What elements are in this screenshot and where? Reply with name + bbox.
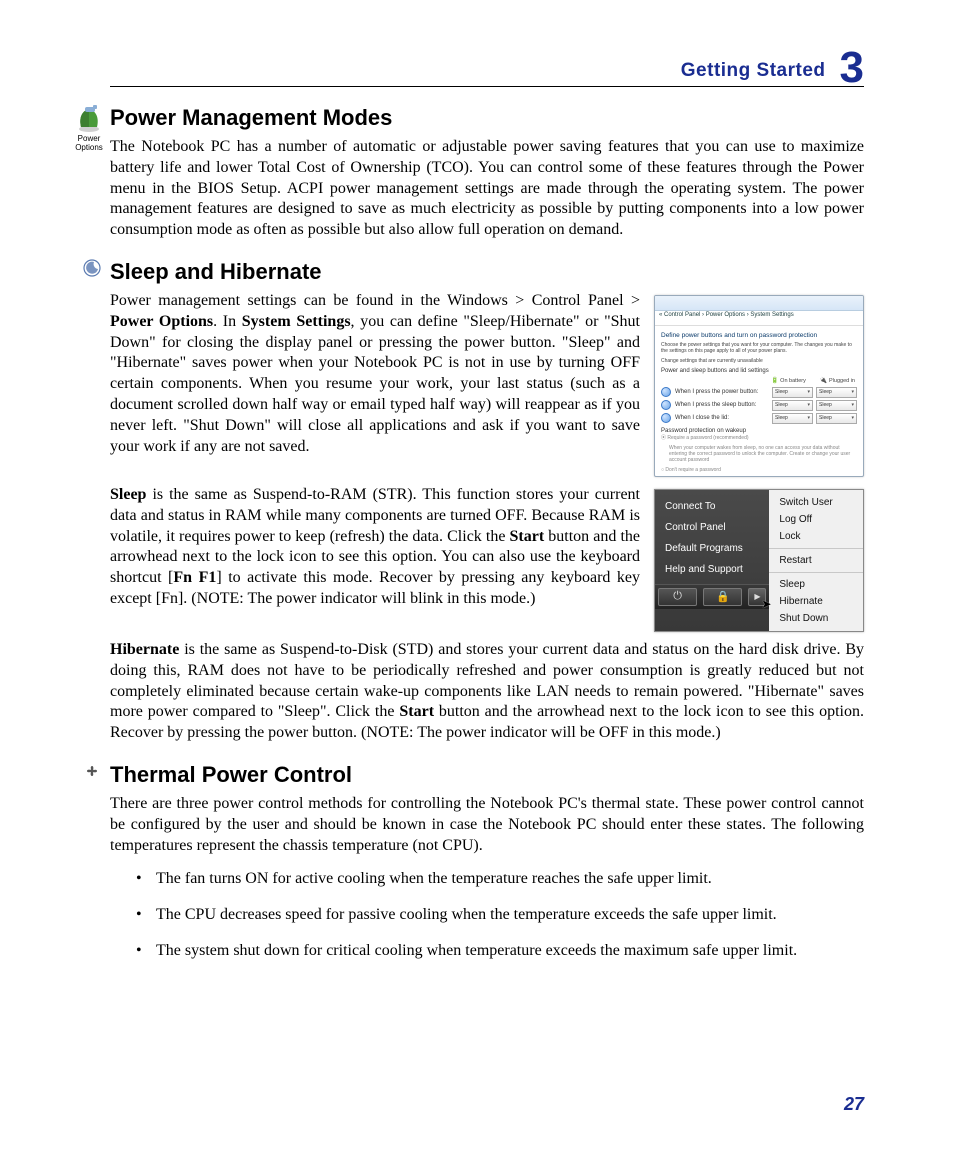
bullet-list: The fan turns ON for active cooling when… [110, 868, 864, 961]
chapter-header: Getting Started 3 [110, 40, 864, 87]
menu-item: Hibernate [769, 593, 863, 610]
icon-caption-1: Power [78, 134, 101, 143]
dropdown: Sleep [772, 413, 813, 424]
section-subhead: Power and sleep buttons and lid settings [661, 368, 857, 374]
row-sleep-button: When I press the sleep button: [675, 402, 769, 408]
section-title: Power Management Modes [110, 105, 864, 131]
opt-require-desc: When your computer wakes from sleep, no … [661, 445, 857, 463]
change-settings-link: Change settings that are currently unava… [661, 358, 857, 364]
dropdown: Sleep [816, 413, 857, 424]
col-battery: On battery [771, 377, 806, 384]
menu-item: Default Programs [655, 538, 769, 559]
start-menu-screenshot: Connect To Control Panel Default Program… [654, 489, 864, 632]
power-icon: ⏻ [658, 588, 697, 606]
chapter-label: Getting Started [681, 60, 826, 82]
list-item: The fan turns ON for active cooling when… [136, 868, 864, 890]
menu-item: Lock [769, 528, 863, 545]
lock-icon: 🔒 [703, 588, 742, 606]
section-thermal-power-control: Thermal Power Control There are three po… [110, 762, 864, 961]
section-title: Sleep and Hibernate [110, 259, 864, 285]
breadcrumb: « Control Panel › Power Options › System… [655, 311, 863, 326]
menu-item: Restart [769, 552, 863, 569]
menu-item: Control Panel [655, 517, 769, 538]
arrow-icon: ▶➤ [748, 588, 766, 606]
menu-item: Help and Support [655, 559, 769, 580]
row-power-button: When I press the power button: [675, 389, 769, 395]
opt-no-pw: Don't require a password [665, 467, 720, 473]
section-sleep-and-hibernate: Sleep and Hibernate « Control Panel › Po… [110, 259, 864, 744]
body-para: The Notebook PC has a number of automati… [110, 137, 864, 241]
list-item: The CPU decreases speed for passive cool… [136, 904, 864, 926]
dialog-heading: Define power buttons and turn on passwor… [661, 332, 857, 339]
dropdown: Sleep [772, 400, 813, 411]
dropdown: Sleep [816, 387, 857, 398]
menu-item: Sleep [769, 576, 863, 593]
dropdown: Sleep [816, 400, 857, 411]
protect-head: Password protection on wakeup [661, 428, 857, 434]
chapter-number: 3 [840, 46, 864, 90]
menu-item: Log Off [769, 511, 863, 528]
menu-item: Shut Down [769, 610, 863, 627]
section-title: Thermal Power Control [110, 762, 864, 788]
menu-item: Switch User [769, 494, 863, 511]
moon-icon [80, 259, 104, 282]
icon-caption-2: Options [75, 143, 103, 152]
section-power-management-modes: Power Options Power Management Modes The… [110, 105, 864, 241]
list-item: The system shut down for critical coolin… [136, 940, 864, 962]
power-options-icon: Power Options [68, 105, 110, 153]
page-number: 27 [844, 1094, 864, 1115]
cursor-icon: ➤ [761, 597, 771, 611]
body-para: There are three power control methods fo… [110, 794, 864, 856]
opt-require-pw: Require a password (recommended) [667, 435, 748, 441]
row-close-lid: When I close the lid: [675, 415, 769, 421]
body-para: Hibernate is the same as Suspend-to-Disk… [110, 640, 864, 744]
dropdown: Sleep [772, 387, 813, 398]
menu-item: Connect To [655, 496, 769, 517]
col-plugged: Plugged in [820, 377, 855, 384]
dialog-desc: Choose the power settings that you want … [661, 342, 857, 354]
fan-icon [80, 762, 104, 785]
power-options-screenshot: « Control Panel › Power Options › System… [654, 295, 864, 477]
